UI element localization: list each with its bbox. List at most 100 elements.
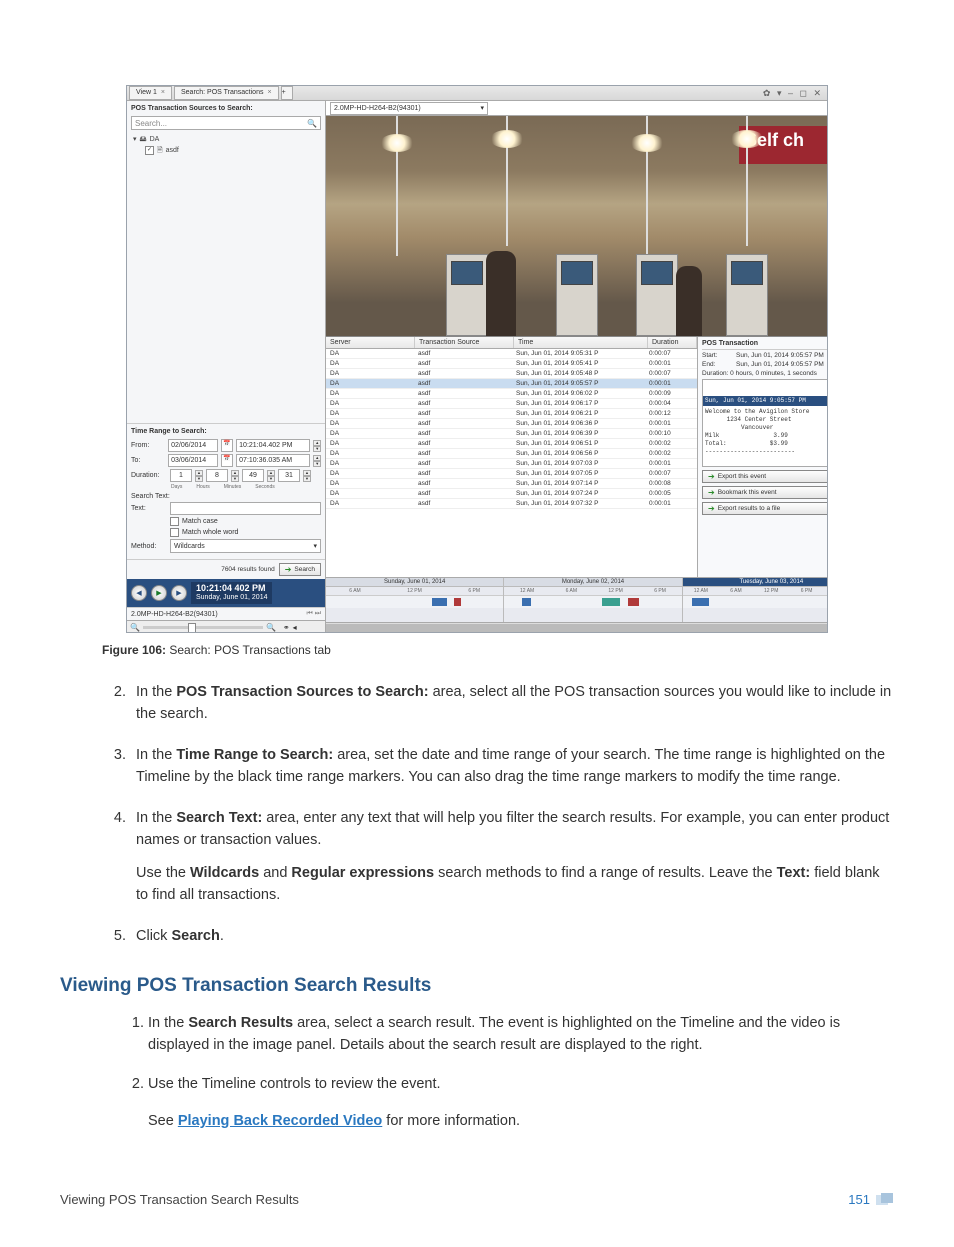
playback-date-value: Sunday, June 01, 2014 — [196, 593, 267, 602]
to-time-input[interactable]: 07:10:36.035 AM — [236, 454, 310, 467]
export-results-button[interactable]: ➔Export results to a file — [702, 502, 828, 515]
dur-hours-input[interactable]: 8 — [206, 469, 228, 482]
col-time[interactable]: Time — [514, 337, 648, 348]
dur-mins-input[interactable]: 49 — [242, 469, 264, 482]
bookmark-event-button[interactable]: ➔Bookmark this event — [702, 486, 828, 499]
search-text-label: Search Text: — [131, 493, 321, 500]
dur-hours-stepper[interactable]: ▲▼ — [231, 470, 239, 481]
export-event-button[interactable]: ➔Export this event — [702, 470, 828, 483]
from-date-input[interactable]: 02/06/2014 — [168, 439, 218, 452]
zoom-bar: 🔍 🔍 ⚭ ◂ — [127, 620, 325, 633]
calendar-icon[interactable]: 📅 — [221, 454, 233, 467]
match-word-checkbox[interactable] — [170, 528, 179, 537]
link-icon[interactable]: ⚭ — [283, 623, 290, 632]
tree-root-label: DA — [150, 134, 160, 145]
dur-mins-stepper[interactable]: ▲▼ — [267, 470, 275, 481]
timeline[interactable]: Sunday, June 01, 2014 6 AM12 PM6 PM Mond… — [326, 578, 828, 622]
detail-title: POS Transaction — [702, 340, 828, 350]
table-row[interactable]: DAasdfSun, Jun 01, 2014 9:07:03 P0:00:01 — [326, 459, 697, 469]
instruction-list: In the POS Transaction Sources to Search… — [60, 681, 894, 947]
from-time-stepper[interactable]: ▲▼ — [313, 440, 321, 451]
table-row[interactable]: DAasdfSun, Jun 01, 2014 9:05:41 P0:00:01 — [326, 359, 697, 369]
zoom-slider[interactable] — [143, 626, 263, 629]
checkbox-icon[interactable]: ✓ — [145, 146, 154, 155]
export-event-label: Export this event — [718, 473, 766, 480]
search-placeholder: Search... — [135, 119, 167, 128]
arrow-right-icon: ➔ — [708, 472, 715, 481]
substep-2: Use the Timeline controls to review the … — [148, 1073, 894, 1132]
receipt-header: Sun, Jun 01, 2014 9:05:57 PM — [703, 396, 828, 406]
collapse-icon[interactable]: ◂ — [293, 623, 297, 632]
table-row[interactable]: DAasdfSun, Jun 01, 2014 9:07:32 P0:00:01 — [326, 499, 697, 509]
calendar-icon[interactable]: 📅 — [221, 439, 233, 452]
close-icon[interactable]: × — [267, 87, 271, 99]
table-row[interactable]: DAasdfSun, Jun 01, 2014 9:06:17 P0:00:04 — [326, 399, 697, 409]
dur-secs-input[interactable]: 31 — [278, 469, 300, 482]
table-row[interactable]: DAasdfSun, Jun 01, 2014 9:05:57 P0:00:01 — [326, 379, 697, 389]
duration-label: Duration: — [131, 472, 167, 479]
match-case-checkbox[interactable] — [170, 517, 179, 526]
tab-view1-label: View 1 — [136, 87, 157, 99]
source-tree: ▾ 🖴 DA ✓ 🗎 asdf — [127, 132, 325, 158]
step-fwd-button[interactable]: ▶ — [171, 585, 187, 601]
method-select[interactable]: Wildcards▾ — [170, 539, 321, 553]
tl-day1[interactable]: Sunday, June 01, 2014 — [326, 578, 503, 587]
tree-child[interactable]: ✓ 🗎 asdf — [145, 145, 319, 156]
dur-secs-stepper[interactable]: ▲▼ — [303, 470, 311, 481]
close-icon[interactable]: × — [161, 87, 165, 99]
step-5: Click Search. — [130, 925, 894, 947]
from-time-input[interactable]: 10:21:04.402 PM — [236, 439, 310, 452]
dur-days-input[interactable]: 1 — [170, 469, 192, 482]
tab-view1[interactable]: View 1 × — [129, 86, 172, 100]
results-count: 7604 results found — [221, 566, 274, 573]
table-row[interactable]: DAasdfSun, Jun 01, 2014 9:06:51 P0:00:02 — [326, 439, 697, 449]
col-source[interactable]: Transaction Source — [415, 337, 514, 348]
playing-back-link[interactable]: Playing Back Recorded Video — [178, 1113, 382, 1129]
zoom-in-icon[interactable]: 🔍 — [266, 623, 276, 632]
col-server[interactable]: Server — [326, 337, 415, 348]
table-row[interactable]: DAasdfSun, Jun 01, 2014 9:07:14 P0:00:08 — [326, 479, 697, 489]
playback-time: 10:21:04 402 PM Sunday, June 01, 2014 — [191, 582, 272, 604]
table-row[interactable]: DAasdfSun, Jun 01, 2014 9:05:48 P0:00:07 — [326, 369, 697, 379]
time-range-section: Time Range to Search: From: 02/06/2014 📅… — [127, 423, 325, 559]
source-search-input[interactable]: Search... 🔍 — [131, 116, 321, 130]
unit-minutes: Minutes — [224, 484, 242, 490]
zoom-out-icon[interactable]: 🔍 — [130, 623, 140, 632]
unit-seconds: Seconds — [255, 484, 274, 490]
skip-icons[interactable]: ⏮ ⏭ — [306, 610, 321, 618]
table-row[interactable]: DAasdfSun, Jun 01, 2014 9:06:02 P0:00:09 — [326, 389, 697, 399]
app-screenshot: View 1 × Search: POS Transactions× + ✿ ▾ … — [126, 85, 828, 633]
table-row[interactable]: DAasdfSun, Jun 01, 2014 9:06:56 P0:00:02 — [326, 449, 697, 459]
dur-days-stepper[interactable]: ▲▼ — [195, 470, 203, 481]
table-row[interactable]: DAasdfSun, Jun 01, 2014 9:05:31 P0:00:07 — [326, 349, 697, 359]
sub-instruction-list: In the Search Results area, select a sea… — [60, 1012, 894, 1132]
table-row[interactable]: DAasdfSun, Jun 01, 2014 9:06:39 P0:00:10 — [326, 429, 697, 439]
tab-add[interactable]: + — [281, 86, 293, 100]
table-row[interactable]: DAasdfSun, Jun 01, 2014 9:06:21 P0:00:12 — [326, 409, 697, 419]
tab-search-pos[interactable]: Search: POS Transactions× — [174, 86, 279, 100]
window-controls[interactable]: ✿ ▾ – ◻ ✕ — [763, 88, 823, 99]
page-number: 151 — [848, 1192, 870, 1207]
table-row[interactable]: DAasdfSun, Jun 01, 2014 9:06:36 P0:00:01 — [326, 419, 697, 429]
tl-day2[interactable]: Monday, June 02, 2014 — [504, 578, 681, 587]
col-duration[interactable]: Duration — [648, 337, 697, 348]
table-row[interactable]: DAasdfSun, Jun 01, 2014 9:07:05 P0:00:07 — [326, 469, 697, 479]
camera-select[interactable]: 2.0MP-HD-H264-B2(94301)▾ — [330, 102, 488, 115]
from-label: From: — [131, 442, 165, 449]
substep-1: In the Search Results area, select a sea… — [148, 1012, 894, 1057]
to-time-stepper[interactable]: ▲▼ — [313, 455, 321, 466]
tl-day3[interactable]: Tuesday, June 03, 2014 — [683, 578, 828, 587]
search-button[interactable]: ➔Search — [279, 563, 321, 576]
search-icon: 🔍 — [307, 119, 317, 128]
figure-caption: Figure 106: Search: POS Transactions tab — [102, 643, 894, 657]
to-date-input[interactable]: 03/06/2014 — [168, 454, 218, 467]
video-panel[interactable]: Self ch — [326, 116, 828, 337]
step-back-button[interactable]: ◀ — [131, 585, 147, 601]
tree-root[interactable]: ▾ 🖴 DA — [133, 134, 319, 145]
table-row[interactable]: DAasdfSun, Jun 01, 2014 9:07:24 P0:00:05 — [326, 489, 697, 499]
timeline-scrollbar[interactable] — [326, 622, 828, 633]
play-button[interactable]: ▶ — [151, 585, 167, 601]
document-icon: 🗎 — [157, 145, 163, 156]
camera-label: 2.0MP-HD-H264-B2(94301) — [131, 611, 218, 618]
search-text-input[interactable] — [170, 502, 321, 515]
